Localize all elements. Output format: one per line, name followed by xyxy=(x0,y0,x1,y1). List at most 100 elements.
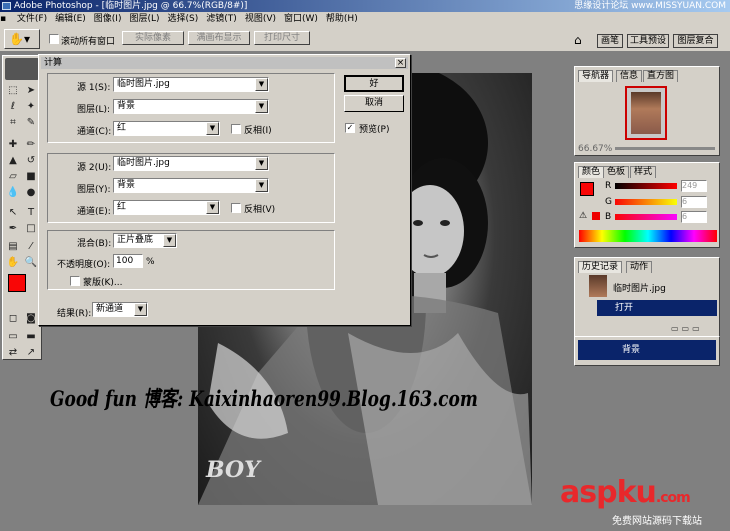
warning-icon: ⚠ xyxy=(579,211,588,221)
source1-channel-select[interactable]: 红 ▼ xyxy=(113,121,220,136)
r-value[interactable]: 249 xyxy=(681,180,707,192)
preview-label: 预览(P) xyxy=(359,125,390,135)
g-value[interactable]: 6 xyxy=(681,196,707,208)
tab-styles[interactable]: 样式 xyxy=(630,166,657,178)
navigator-thumbnail[interactable] xyxy=(625,86,667,140)
magic-wand-tool-icon[interactable]: ✦ xyxy=(23,100,39,114)
brush-tool-icon[interactable]: ✏ xyxy=(23,138,39,152)
menu-window[interactable]: 窗口(W) xyxy=(280,12,322,26)
calculations-dialog: 计算 × 源 1(S): 临时图片.jpg ▼ 图层(L): 背景 ▼ 通道(C):… xyxy=(38,54,411,326)
imageready-icon[interactable]: ⇄ xyxy=(5,346,21,360)
ok-button[interactable]: 好 xyxy=(344,75,404,92)
slice-tool-icon[interactable]: ✎ xyxy=(23,116,39,130)
path-select-icon[interactable]: ↖ xyxy=(5,206,21,220)
mask-checkbox[interactable] xyxy=(70,276,80,286)
hand-tool-icon[interactable]: ✋ xyxy=(5,256,21,270)
source2-invert-checkbox[interactable] xyxy=(231,203,241,213)
fullscreen-mode-icon[interactable]: ▬ xyxy=(23,330,39,344)
menu-help[interactable]: 帮助(H) xyxy=(322,12,362,26)
foreground-color-swatch[interactable] xyxy=(8,274,26,292)
menu-image[interactable]: 图像(I) xyxy=(90,12,126,26)
fit-screen-button[interactable]: 满画布显示 xyxy=(188,31,250,45)
result-select[interactable]: 新通道 ▼ xyxy=(92,302,148,317)
source2-file-select[interactable]: 临时图片.jpg ▼ xyxy=(113,156,269,171)
zoom-level[interactable]: 66.67% xyxy=(578,144,612,154)
tab-layer-comps[interactable]: 图层复合 xyxy=(673,34,718,48)
r-slider[interactable] xyxy=(615,183,677,189)
source1-channel-label: 通道(C): xyxy=(77,127,112,137)
menu-edit[interactable]: 编辑(E) xyxy=(51,12,90,26)
marquee-tool-icon[interactable]: ⬚ xyxy=(5,84,21,98)
shape-tool-icon[interactable]: □ xyxy=(23,222,39,236)
source1-invert-checkbox[interactable] xyxy=(231,124,241,134)
cancel-button[interactable]: 取消 xyxy=(344,95,404,112)
history-brush-icon[interactable]: ↺ xyxy=(23,154,39,168)
pen-tool-icon[interactable]: ✒ xyxy=(5,222,21,236)
menu-select[interactable]: 选择(S) xyxy=(164,12,203,26)
hand-tool-preset-icon[interactable]: ✋▾ xyxy=(4,29,40,49)
tab-actions[interactable]: 动作 xyxy=(626,261,653,273)
source1-invert-label: 反相(I) xyxy=(244,126,272,136)
tab-histogram[interactable]: 直方图 xyxy=(643,70,679,82)
quick-mask-icon[interactable]: ◙ xyxy=(23,312,39,326)
tab-navigator[interactable]: 导航器 xyxy=(578,70,614,82)
scroll-all-checkbox[interactable] xyxy=(49,34,59,44)
tab-swatches[interactable]: 色板 xyxy=(603,166,630,178)
source2-layer-select[interactable]: 背景 ▼ xyxy=(113,178,269,193)
actual-pixels-button[interactable]: 实际像素 xyxy=(122,31,184,45)
b-slider[interactable] xyxy=(615,214,677,220)
zoom-tool-icon[interactable]: 🔍 xyxy=(23,256,39,270)
eyedropper-tool-icon[interactable]: ⁄ xyxy=(23,240,39,254)
spectrum-bar[interactable] xyxy=(579,230,717,242)
menu-bar: ▪ 文件(F) 编辑(E) 图像(I) 图层(L) 选择(S) 滤镜(T) 视图(V) 窗口(… xyxy=(0,12,730,26)
history-step-open[interactable]: 打开 xyxy=(597,300,717,316)
healing-brush-icon[interactable]: ✚ xyxy=(5,138,21,152)
type-tool-icon[interactable]: T xyxy=(23,206,39,220)
blur-tool-icon[interactable]: 💧 xyxy=(5,186,21,200)
source2-layer-label: 图层(Y): xyxy=(77,185,111,195)
zoom-slider[interactable] xyxy=(615,147,715,150)
gradient-tool-icon[interactable]: ■ xyxy=(23,170,39,184)
dialog-title-bar: 计算 × xyxy=(41,57,408,69)
layer-name: 背景 xyxy=(622,345,641,355)
source1-file-select[interactable]: 临时图片.jpg ▼ xyxy=(113,77,269,92)
tab-history[interactable]: 历史记录 xyxy=(578,261,623,273)
tab-info[interactable]: 信息 xyxy=(616,70,643,82)
file-browser-icon[interactable]: ⌂ xyxy=(574,33,590,47)
tab-tool-presets[interactable]: 工具预设 xyxy=(627,34,669,48)
screen-mode-icon[interactable]: ▭ xyxy=(5,330,21,344)
opacity-input[interactable]: 100 xyxy=(113,254,143,268)
blend-mode-select[interactable]: 正片叠底 ▼ xyxy=(113,233,177,248)
layer-row-background[interactable]: 背景 xyxy=(578,340,716,360)
menu-filter[interactable]: 滤镜(T) xyxy=(202,12,241,26)
lasso-tool-icon[interactable]: ℓ xyxy=(5,100,21,114)
preview-checkbox[interactable]: ✓ xyxy=(345,123,355,133)
tab-brushes[interactable]: 画笔 xyxy=(597,34,623,48)
jump-icon[interactable]: ↗ xyxy=(23,346,39,360)
menu-layer[interactable]: 图层(L) xyxy=(125,12,163,26)
snapshot-thumbnail[interactable] xyxy=(589,275,607,297)
menu-view[interactable]: 视图(V) xyxy=(241,12,280,26)
source2-channel-select[interactable]: 红 ▼ xyxy=(113,200,220,215)
snapshot-name[interactable]: 临时图片.jpg xyxy=(613,281,666,294)
g-slider[interactable] xyxy=(615,199,677,205)
notes-tool-icon[interactable]: ▤ xyxy=(5,240,21,254)
chevron-down-icon: ▼ xyxy=(255,78,268,91)
stamp-tool-icon[interactable]: ▲ xyxy=(5,154,21,168)
photoshop-icon xyxy=(2,2,11,10)
gamut-swatch[interactable] xyxy=(592,212,600,220)
crop-tool-icon[interactable]: ⌗ xyxy=(5,116,21,130)
dodge-tool-icon[interactable]: ● xyxy=(23,186,39,200)
standard-mode-icon[interactable]: ◻ xyxy=(5,312,21,326)
move-tool-icon[interactable]: ➤ xyxy=(23,84,39,98)
source1-layer-select[interactable]: 背景 ▼ xyxy=(113,99,269,114)
menu-file[interactable]: 文件(F) xyxy=(13,12,51,26)
color-fg-swatch[interactable] xyxy=(580,182,594,196)
print-size-button[interactable]: 打印尺寸 xyxy=(254,31,310,45)
tab-color[interactable]: 颜色 xyxy=(578,166,605,178)
history-actions-icons[interactable]: ▭▭▭ xyxy=(671,324,715,336)
layers-panel: 背景 xyxy=(574,336,720,366)
eraser-tool-icon[interactable]: ▱ xyxy=(5,170,21,184)
b-value[interactable]: 6 xyxy=(681,211,707,223)
close-icon[interactable]: × xyxy=(395,58,406,68)
